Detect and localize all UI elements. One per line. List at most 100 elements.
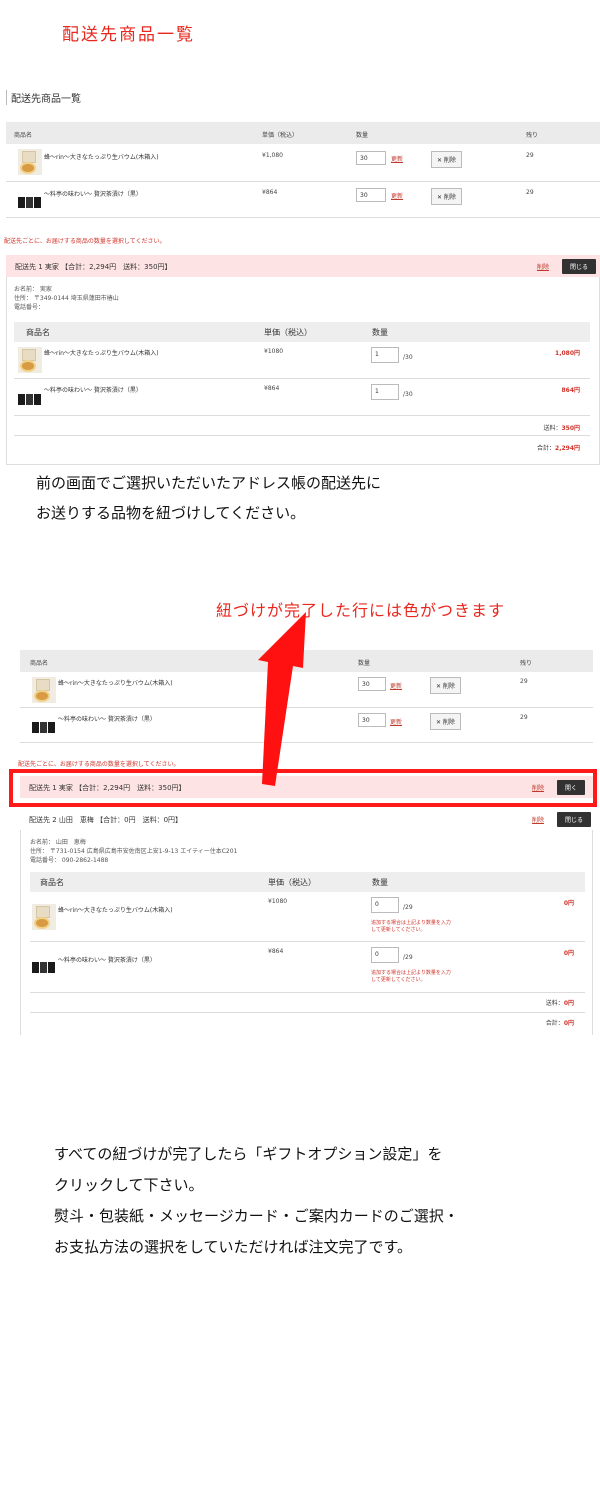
quantity-input[interactable]: 30 [356, 188, 386, 202]
ochazuke-thumbnail [18, 391, 42, 407]
update-link[interactable]: 更新 [390, 717, 402, 726]
order-total: 合計：2,294円 [537, 445, 580, 452]
recipient-address: 住所： 〒731-0154 広島県広島市安佐南区上安1-9-13 エイティー住本… [30, 848, 238, 855]
close-button[interactable]: 閉じる [562, 259, 597, 274]
shipping-destination-bar[interactable]: 配送先 1 実家 【合計：2,294円 送料：350円】 削除 閉じる [6, 255, 600, 277]
remaining-count: 29 [520, 678, 528, 685]
header-quantity: 数量 [372, 328, 388, 337]
product-price: ¥864 [262, 189, 278, 196]
product-name: 蜂～rin～大きなたっぷり生バウム(木箱入) [44, 350, 159, 357]
product-name: 蜂～rin～大きなたっぷり生バウム(木箱入) [58, 907, 173, 914]
quantity-input[interactable]: 1 [371, 384, 399, 400]
shipping-destination-label: 配送先 1 実家 【合計：2,294円 送料：350円】 [15, 263, 172, 271]
table-row: ～料亭の味わい～ 贅沢茶漬け（黒） ¥864 1 /30 864円 [14, 379, 590, 416]
caption-line: 熨斗・包装紙・メッセージカード・ご案内カードのご選択・ [54, 1207, 459, 1225]
remaining-count: 29 [526, 152, 534, 159]
quantity-input[interactable]: 1 [371, 347, 399, 363]
remove-destination-link[interactable]: 削除 [532, 815, 544, 824]
quantity-max: /29 [403, 904, 413, 911]
quantity-hint: 追加する場合は上記より数量を入力 して更新してください。 [371, 920, 451, 933]
caption-line: クリックして下さい。 [54, 1176, 204, 1194]
ochazuke-thumbnail [32, 959, 56, 975]
shipping-items-header: 商品名 単価（税込） 数量 [30, 872, 585, 892]
header-unit-price: 単価（税込） [264, 328, 312, 337]
baumkuchen-thumbnail [18, 347, 42, 373]
delete-button[interactable]: ✕ 削除 [431, 151, 462, 168]
product-name: ～料亭の味わい～ 贅沢茶漬け（黒） [44, 191, 142, 198]
header-product-name: 商品名 [14, 132, 33, 139]
instruction-caption: 前の画面でご選択いただいたアドレス帳の配送先に お送りする品物を紐づけしてくださ… [36, 468, 381, 528]
total-row: 合計：0円 [30, 1013, 585, 1033]
quantity-input[interactable]: 30 [358, 677, 386, 691]
header-quantity: 数量 [356, 132, 369, 139]
header-quantity: 数量 [372, 878, 388, 887]
product-price: ¥8 [270, 714, 278, 721]
delete-button[interactable]: ✕ 削除 [430, 713, 461, 730]
product-price: ¥1080 [264, 348, 284, 355]
instruction-note: 配送先ごとに、お届けする商品の数量を選択してください。 [4, 238, 166, 245]
header-unit-price: 単価（税込） [268, 878, 316, 887]
delete-button[interactable]: ✕ 削除 [430, 677, 461, 694]
product-name: 蜂～rin～大きなたっぷり生バウム(木箱入) [58, 680, 173, 687]
header-quantity: 数量 [358, 660, 371, 667]
quantity-max: /30 [403, 391, 413, 398]
line-amount: 1,080円 [555, 350, 580, 357]
table-row: 蜂～rin～大きなたっぷり生バウム(木箱入) ¥1,080 30 更新 ✕ 削除… [6, 144, 600, 182]
product-table-header: 商品名 単価（税込） 数量 残り [6, 122, 600, 144]
total-row: 合計：2,294円 [14, 436, 590, 456]
quantity-max: /30 [403, 354, 413, 361]
table-row: ～料亭の味わい～ 贅沢茶漬け（黒） ¥864 30 更新 ✕ 削除 29 [6, 182, 600, 218]
completion-caption: すべての紐づけが完了したら「ギフトオプション設定」を クリックして下さい。 熨斗… [54, 1139, 459, 1263]
baumkuchen-thumbnail [18, 149, 42, 175]
caption-line: お送りする品物を紐づけしてください。 [36, 504, 306, 522]
baumkuchen-thumbnail [32, 904, 56, 930]
caption-line: すべての紐づけが完了したら「ギフトオプション設定」を [54, 1145, 443, 1163]
quantity-max: /29 [403, 954, 413, 961]
table-row: 蜂～rin～大きなたっぷり生バウム(木箱入) ¥1,08 30 更新 ✕ 削除 … [20, 672, 593, 708]
line-amount: 864円 [561, 387, 580, 394]
table-row: 蜂～rin～大きなたっぷり生バウム(木箱入) ¥1080 1 /30 1,080… [14, 342, 590, 379]
shipping-items-header: 商品名 単価（税込） 数量 [14, 322, 590, 342]
update-link[interactable]: 更新 [391, 191, 403, 200]
shipping-fee-row: 送料：350円 [14, 416, 590, 436]
recipient-name: お名前： 山田 恵梅 [30, 839, 86, 846]
table-row: 蜂～rin～大きなたっぷり生バウム(木箱入) ¥1080 0 /29 追加する場… [30, 892, 585, 942]
order-total: 合計：0円 [545, 1020, 574, 1027]
shipping-fee: 送料：0円 [545, 1000, 574, 1007]
highlight-frame [9, 769, 597, 807]
recipient-name: お名前： 実家 [14, 286, 52, 293]
product-name: ～料亭の味わい～ 贅沢茶漬け（黒） [44, 387, 142, 394]
highlight-annotation: 紐づけが完了した行には色がつきます [216, 601, 506, 620]
close-button[interactable]: 閉じる [557, 812, 592, 827]
page-title: 配送先商品一覧 [62, 25, 195, 45]
line-amount: 0円 [563, 900, 574, 907]
product-name: 蜂～rin～大きなたっぷり生バウム(木箱入) [44, 154, 159, 161]
header-product-name: 商品名 [40, 878, 64, 887]
recipient-phone: 電話番号： [14, 304, 45, 311]
table-row: ～料亭の味わい～ 贅沢茶漬け（黒） ¥864 0 /29 追加する場合は上記より… [30, 942, 585, 993]
recipient-address: 住所： 〒349-0144 埼玉県蓮田市椿山 [14, 295, 119, 302]
remaining-count: 29 [520, 714, 528, 721]
table-row: ～料亭の味わい～ 贅沢茶漬け（黒） ¥8 30 更新 ✕ 削除 29 [20, 708, 593, 743]
baumkuchen-thumbnail [32, 677, 56, 703]
quantity-input[interactable]: 30 [358, 713, 386, 727]
quantity-input[interactable]: 0 [371, 947, 399, 963]
update-link[interactable]: 更新 [390, 681, 402, 690]
recipient-phone: 電話番号： 090-2862-1488 [30, 857, 109, 864]
product-name: ～料亭の味わい～ 贅沢茶漬け（黒） [58, 716, 156, 723]
shipping-fee: 送料：350円 [543, 425, 580, 432]
update-link[interactable]: 更新 [391, 154, 403, 163]
shipping-destination-bar[interactable]: 配送先 2 山田 恵梅 【合計：0円 送料：0円】 削除 閉じる [20, 808, 593, 830]
quantity-input[interactable]: 0 [371, 897, 399, 913]
product-price: ¥1080 [268, 898, 288, 905]
header-unit-price: 単価（税込） [262, 132, 299, 139]
product-price: ¥864 [268, 948, 284, 955]
remaining-count: 29 [526, 189, 534, 196]
shipping-destination-label: 配送先 2 山田 恵梅 【合計：0円 送料：0円】 [29, 816, 183, 824]
arrow-up-icon [258, 612, 306, 786]
quantity-input[interactable]: 30 [356, 151, 386, 165]
ochazuke-thumbnail [18, 194, 42, 210]
remove-destination-link[interactable]: 削除 [537, 262, 549, 271]
delete-button[interactable]: ✕ 削除 [431, 188, 462, 205]
caption-line: お支払方法の選択をしていただければ注文完了です。 [54, 1238, 413, 1256]
